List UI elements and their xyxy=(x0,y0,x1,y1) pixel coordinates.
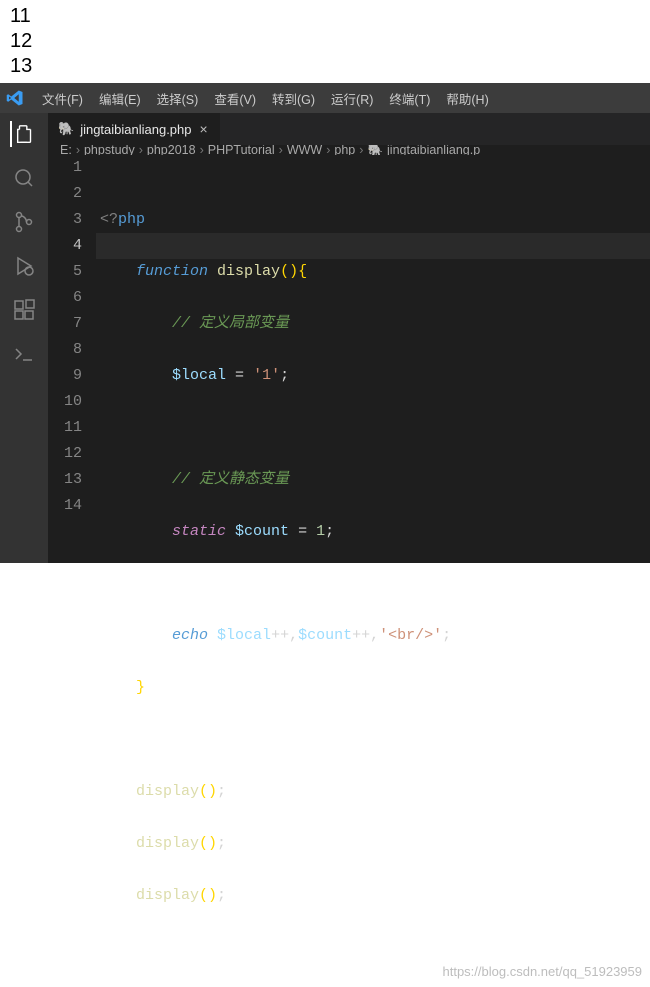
code-line[interactable]: } xyxy=(96,675,650,701)
code-line[interactable]: display(); xyxy=(96,831,650,857)
activity-bar xyxy=(0,113,48,563)
line-number: 2 xyxy=(48,181,82,207)
code-line[interactable] xyxy=(96,727,650,753)
line-number: 14 xyxy=(48,493,82,519)
code-line[interactable]: display(); xyxy=(96,883,650,909)
code-line[interactable]: display(); xyxy=(96,779,650,805)
current-line-highlight xyxy=(96,233,650,259)
run-debug-icon[interactable] xyxy=(11,253,37,279)
remote-icon[interactable] xyxy=(11,341,37,367)
explorer-icon[interactable] xyxy=(10,121,36,147)
line-number: 9 xyxy=(48,363,82,389)
breadcrumb-seg[interactable]: PHPTutorial xyxy=(208,145,275,155)
code-editor[interactable]: 1 2 3 4 5 6 7 8 9 10 11 12 13 14 <?php xyxy=(48,155,650,987)
line-number: 13 xyxy=(48,467,82,493)
watermark: https://blog.csdn.net/qq_51923959 xyxy=(443,959,643,985)
line-number: 3 xyxy=(48,207,82,233)
browser-output: 11 12 13 xyxy=(0,0,650,83)
search-icon[interactable] xyxy=(11,165,37,191)
extensions-icon[interactable] xyxy=(11,297,37,323)
menu-help[interactable]: 帮助(H) xyxy=(438,89,496,108)
line-number: 1 xyxy=(48,155,82,181)
breadcrumb-seg[interactable]: php xyxy=(334,145,355,155)
tab-bar: 🐘 jingtaibianliang.php × xyxy=(48,113,650,145)
chevron-right-icon: › xyxy=(359,145,363,155)
menu-terminal[interactable]: 终端(T) xyxy=(381,89,438,108)
php-file-icon: 🐘 xyxy=(367,145,383,155)
vscode-window: 文件(F) 编辑(E) 选择(S) 查看(V) 转到(G) 运行(R) 终端(T… xyxy=(0,83,650,563)
code-content[interactable]: <?php function display(){ // 定义局部变量 $loc… xyxy=(96,155,650,987)
menu-edit[interactable]: 编辑(E) xyxy=(91,89,149,108)
line-number: 8 xyxy=(48,337,82,363)
menu-goto[interactable]: 转到(G) xyxy=(264,89,323,108)
breadcrumb-seg[interactable]: phpstudy xyxy=(84,145,135,155)
breadcrumb-seg[interactable]: WWW xyxy=(287,145,322,155)
code-line[interactable]: function display(){ xyxy=(96,259,650,285)
breadcrumb-seg[interactable]: jingtaibianliang.p xyxy=(387,145,480,155)
tab-label: jingtaibianliang.php xyxy=(80,122,191,137)
chevron-right-icon: › xyxy=(279,145,283,155)
source-control-icon[interactable] xyxy=(11,209,37,235)
line-gutter: 1 2 3 4 5 6 7 8 9 10 11 12 13 14 xyxy=(48,155,96,987)
code-line[interactable]: $local = '1'; xyxy=(96,363,650,389)
breadcrumb-seg[interactable]: E: xyxy=(60,145,72,155)
chevron-right-icon: › xyxy=(139,145,143,155)
line-number: 11 xyxy=(48,415,82,441)
code-line[interactable] xyxy=(96,571,650,597)
output-line: 11 xyxy=(10,4,640,29)
vscode-logo-icon xyxy=(6,89,24,107)
output-line: 12 xyxy=(10,29,640,54)
code-line[interactable] xyxy=(96,415,650,441)
line-number: 7 xyxy=(48,311,82,337)
menu-run[interactable]: 运行(R) xyxy=(323,89,381,108)
menu-file[interactable]: 文件(F) xyxy=(34,89,91,108)
menu-view[interactable]: 查看(V) xyxy=(206,89,264,108)
chevron-right-icon: › xyxy=(326,145,330,155)
editor-area: 🐘 jingtaibianliang.php × E: › phpstudy › p… xyxy=(48,113,650,563)
line-number: 5 xyxy=(48,259,82,285)
php-file-icon: 🐘 xyxy=(58,121,74,137)
menu-select[interactable]: 选择(S) xyxy=(149,89,207,108)
output-line: 13 xyxy=(10,54,640,79)
chevron-right-icon: › xyxy=(76,145,80,155)
code-line[interactable]: static $count = 1; xyxy=(96,519,650,545)
code-line[interactable]: // 定义局部变量 xyxy=(96,311,650,337)
breadcrumb[interactable]: E: › phpstudy › php2018 › PHPTutorial › WWW ›… xyxy=(48,145,650,155)
title-bar: 文件(F) 编辑(E) 选择(S) 查看(V) 转到(G) 运行(R) 终端(T… xyxy=(0,83,650,113)
line-number: 12 xyxy=(48,441,82,467)
line-number: 10 xyxy=(48,389,82,415)
line-number: 6 xyxy=(48,285,82,311)
tab-jingtaibianliang[interactable]: 🐘 jingtaibianliang.php × xyxy=(48,113,220,145)
breadcrumb-seg[interactable]: php2018 xyxy=(147,145,196,155)
code-line[interactable]: <?php xyxy=(96,207,650,233)
line-number: 4 xyxy=(48,233,82,259)
code-line[interactable]: echo $local++,$count++,'<br/>'; xyxy=(96,623,650,649)
close-icon[interactable]: × xyxy=(198,121,210,137)
chevron-right-icon: › xyxy=(200,145,204,155)
code-line[interactable]: // 定义静态变量 xyxy=(96,467,650,493)
